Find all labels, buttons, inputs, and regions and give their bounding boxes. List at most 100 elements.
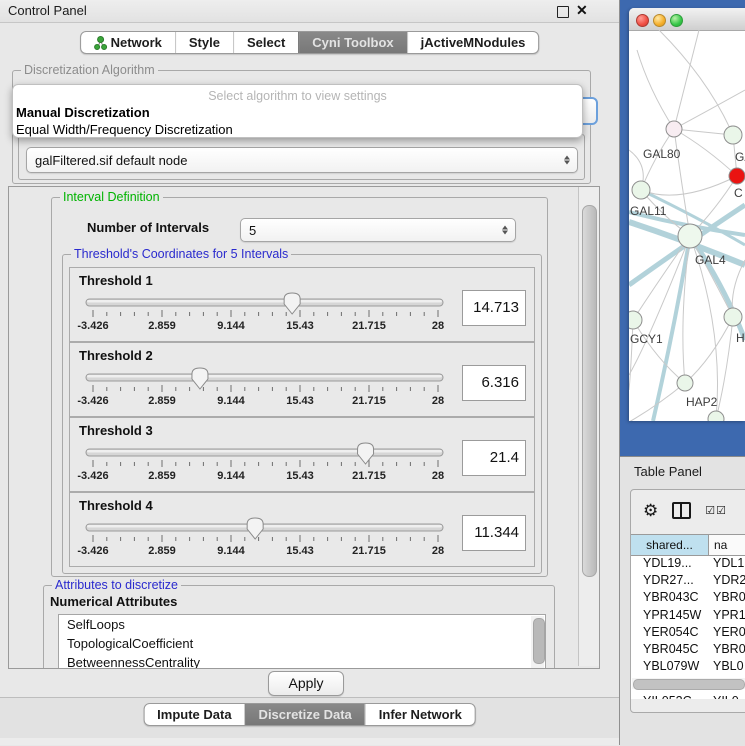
attributes-group-title: Attributes to discretize [52, 578, 181, 592]
tab-network[interactable]: Network [81, 32, 175, 53]
attribute-item-0[interactable]: SelfLoops [59, 615, 545, 634]
table-row[interactable]: YDL19...YDL1 [631, 556, 745, 573]
threshold-slider[interactable]: -3.4262.8599.14415.4321.71528 [70, 442, 470, 490]
network-node-ga[interactable] [724, 126, 742, 144]
top-tab-bar: NetworkStyleSelectCyni ToolboxjActiveMNo… [80, 31, 540, 54]
node-label: GCY1 [630, 332, 663, 346]
numerical-attributes-list[interactable]: SelfLoopsTopologicalCoefficientBetweenne… [58, 614, 546, 669]
tab-jactivemnodules[interactable]: jActiveMNodules [407, 32, 539, 53]
interval-definition-group-title: Interval Definition [60, 190, 163, 204]
svg-text:-3.426: -3.426 [77, 545, 108, 557]
zoom-traffic-light-icon[interactable] [670, 14, 683, 27]
table-row[interactable]: YDR27...YDR2 [631, 573, 745, 590]
svg-text:15.43: 15.43 [286, 545, 314, 557]
table-cell: YER054C [631, 625, 708, 642]
table-horizontal-scrollbar[interactable] [632, 678, 745, 689]
network-node-hap2[interactable] [677, 375, 693, 391]
svg-text:9.144: 9.144 [217, 470, 245, 482]
threshold-slider[interactable]: -3.4262.8599.14415.4321.71528 [70, 292, 470, 340]
tab-style[interactable]: Style [175, 32, 233, 53]
window-title: Control Panel [8, 3, 87, 18]
table-row[interactable]: YER054CYER0 [631, 625, 745, 642]
svg-text:21.715: 21.715 [352, 395, 386, 407]
svg-text:9.144: 9.144 [217, 320, 245, 332]
table-row[interactable]: YBL079WYBL0 [631, 659, 745, 676]
minimize-traffic-light-icon[interactable] [653, 14, 666, 27]
close-icon[interactable]: ✕ [576, 2, 588, 19]
tab-select[interactable]: Select [233, 32, 298, 53]
number-of-intervals-combo[interactable]: 5 [240, 218, 516, 242]
float-window-icon[interactable] [557, 6, 569, 18]
network-node-partial[interactable] [708, 411, 724, 421]
threshold-slider[interactable]: -3.4262.8599.14415.4321.71528 [70, 517, 470, 565]
svg-text:15.43: 15.43 [286, 395, 314, 407]
table-cell: YDL1 [708, 556, 745, 573]
attribute-item-2[interactable]: BetweennessCentrality [59, 653, 545, 669]
table-row[interactable]: YIL052CYIL0 [631, 694, 745, 700]
bottom-tab-impute-data[interactable]: Impute Data [144, 704, 244, 725]
table-panel: Table Panel ⚙ ☑☑ shared...na YDL19...YDL… [620, 456, 745, 746]
threshold-value-field[interactable]: 21.4 [462, 440, 526, 476]
attribute-item-1[interactable]: TopologicalCoefficient [59, 634, 545, 653]
threshold-value-field[interactable]: 11.344 [462, 515, 526, 551]
node-label: GA [735, 150, 745, 164]
network-view-window: GAL80GACGAL11GAL4GCY1HHAP2 [629, 8, 745, 421]
numerical-attributes-label: Numerical Attributes [50, 594, 177, 609]
table-cell: YER0 [708, 625, 745, 642]
scrollbar-thumb[interactable] [582, 205, 597, 577]
combo-arrows-icon [502, 226, 508, 235]
algorithm-option-1[interactable]: Equal Width/Frequency Discretization [13, 121, 582, 138]
network-node-gal11[interactable] [632, 181, 650, 199]
gear-icon[interactable]: ⚙ [643, 502, 658, 519]
scroll-pane-scrollbar[interactable] [578, 187, 599, 666]
table-cell: YBR0 [708, 642, 745, 659]
network-node-gal80[interactable] [666, 121, 682, 137]
threshold-panel-3: Threshold 321.4-3.4262.8599.14415.4321.7… [69, 417, 535, 492]
node-label: H [736, 331, 745, 345]
bottom-tab-discretize-data[interactable]: Discretize Data [245, 704, 365, 725]
scrollbar-thumb[interactable] [633, 679, 745, 690]
column-header-1[interactable]: shared... [631, 535, 709, 555]
checkbox-checked-icons[interactable]: ☑☑ [705, 504, 727, 517]
slider-thumb[interactable] [192, 368, 208, 389]
network-node-gal4[interactable] [678, 224, 702, 248]
split-columns-icon[interactable] [672, 502, 691, 519]
slider-thumb[interactable] [358, 443, 374, 464]
svg-text:28: 28 [432, 470, 444, 482]
table-cell: YIL052C [631, 694, 708, 700]
network-window-titlebar [629, 8, 745, 31]
threshold-value-field[interactable]: 6.316 [462, 365, 526, 401]
bottom-tab-infer-network[interactable]: Infer Network [365, 704, 475, 725]
table-cell: YBL0 [708, 659, 745, 676]
node-label: HAP2 [686, 395, 718, 409]
table-toolbar: ⚙ ☑☑ [631, 490, 745, 530]
svg-text:15.43: 15.43 [286, 470, 314, 482]
attributes-group: Attributes to discretize Numerical Attri… [43, 585, 555, 669]
network-node-gcy1[interactable] [629, 311, 642, 329]
slider-thumb[interactable] [284, 293, 300, 314]
table-row[interactable]: YBR043CYBR0 [631, 590, 745, 607]
table-row[interactable]: YBR045CYBR0 [631, 642, 745, 659]
threshold-value-field[interactable]: 14.713 [462, 290, 526, 326]
table-row[interactable]: YPR145WYPR1 [631, 608, 745, 625]
attributes-list-scrollbar[interactable] [531, 616, 544, 669]
threshold-slider[interactable]: -3.4262.8599.14415.4321.71528 [70, 367, 470, 415]
apply-button[interactable]: Apply [268, 671, 344, 696]
table-cell: YPR1 [708, 608, 745, 625]
network-node-h[interactable] [724, 308, 742, 326]
close-traffic-light-icon[interactable] [636, 14, 649, 27]
algorithm-option-0[interactable]: Manual Discretization [13, 104, 582, 121]
table-data-combo[interactable]: galFiltered.sif default node [26, 147, 578, 173]
network-node-c[interactable] [729, 168, 745, 184]
svg-text:2.859: 2.859 [148, 320, 176, 332]
column-header-2[interactable]: na [709, 535, 745, 555]
svg-text:2.859: 2.859 [148, 470, 176, 482]
node-label: GAL11 [630, 204, 667, 218]
tab-cyni-toolbox[interactable]: Cyni Toolbox [298, 32, 406, 53]
network-canvas[interactable]: GAL80GACGAL11GAL4GCY1HHAP2 [629, 30, 745, 421]
svg-text:-3.426: -3.426 [77, 395, 108, 407]
table-data-group: Table Data galFiltered.sif default node [18, 134, 585, 180]
node-label: C [734, 186, 743, 200]
slider-thumb[interactable] [247, 518, 263, 539]
svg-text:2.859: 2.859 [148, 545, 176, 557]
